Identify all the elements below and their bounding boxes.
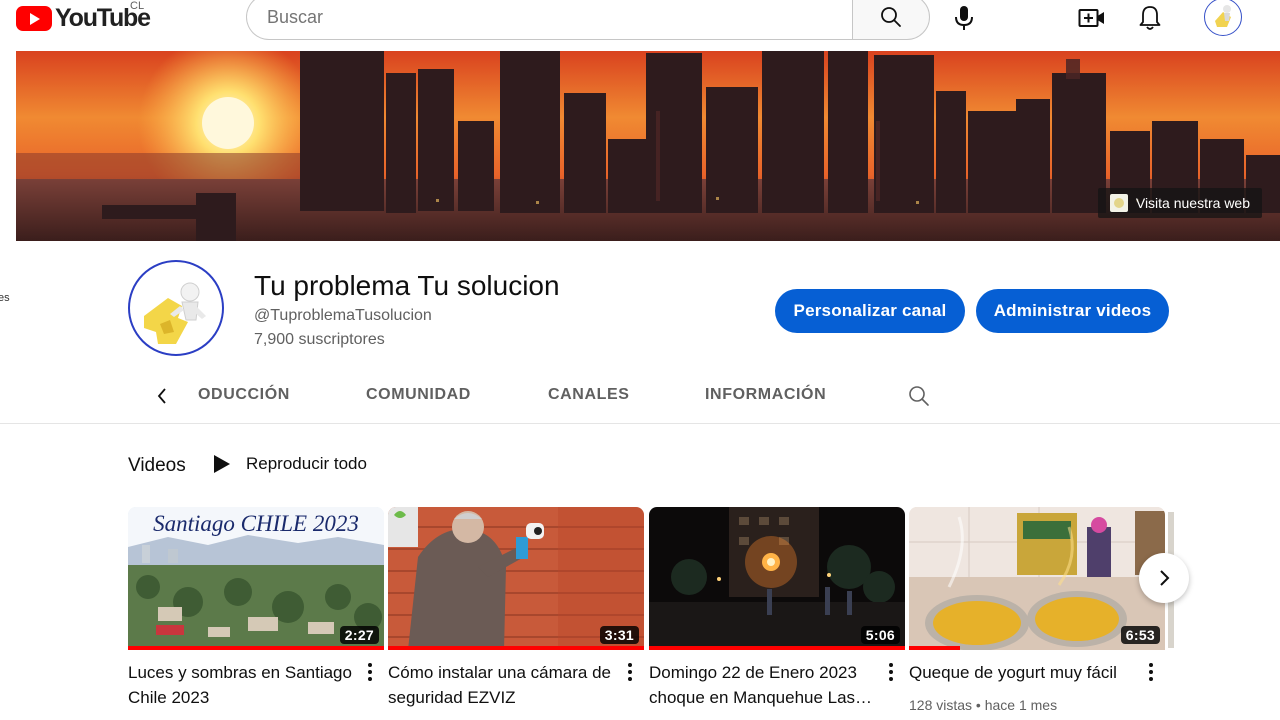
side-cut-text: es bbox=[0, 292, 10, 304]
tab-canales[interactable]: CANALES bbox=[548, 386, 630, 404]
more-vert-icon bbox=[368, 663, 372, 667]
watch-progress-bar bbox=[388, 646, 644, 650]
video-thumbnail[interactable]: 3:31 bbox=[388, 507, 644, 650]
channel-handle: @TuproblemaTusolucion bbox=[254, 307, 432, 324]
search-icon bbox=[881, 7, 901, 27]
video-title[interactable]: Queque de yogurt muy fácil bbox=[909, 660, 1141, 685]
avatar bbox=[1215, 5, 1231, 27]
youtube-channel-page: YouTube CL Buscar Visita nuestra web es … bbox=[0, 0, 1280, 720]
website-favicon-icon bbox=[1109, 194, 1128, 212]
create-video-icon bbox=[1078, 9, 1104, 27]
watch-progress-bar bbox=[128, 646, 384, 650]
search-button[interactable] bbox=[852, 0, 930, 40]
video-duration: 3:31 bbox=[599, 626, 639, 644]
manage-videos-button[interactable]: Administrar videos bbox=[976, 289, 1169, 333]
chevron-right-icon bbox=[1160, 570, 1170, 586]
play-all-button[interactable]: Reproducir todo bbox=[214, 454, 367, 474]
banner-link-label: Visita nuestra web bbox=[1135, 195, 1250, 211]
top-bar: YouTube CL bbox=[0, 0, 1280, 40]
more-vert-icon bbox=[628, 663, 632, 667]
video-duration: 6:53 bbox=[1120, 626, 1160, 644]
create-button[interactable] bbox=[1074, 2, 1110, 34]
tab-informacion[interactable]: INFORMACIÓN bbox=[705, 386, 826, 404]
video-duration: 2:27 bbox=[339, 626, 379, 644]
video-menu-button[interactable] bbox=[622, 660, 638, 684]
account-avatar[interactable] bbox=[1204, 0, 1242, 36]
banner-image bbox=[16, 51, 1280, 241]
watch-progress-bar bbox=[909, 646, 961, 650]
video-menu-button[interactable] bbox=[362, 660, 378, 684]
carousel-next-button[interactable] bbox=[1139, 553, 1189, 603]
country-code: CL bbox=[130, 0, 145, 12]
video-menu-button[interactable] bbox=[1143, 660, 1159, 684]
voice-search-button[interactable] bbox=[946, 2, 982, 34]
video-title[interactable]: Cómo instalar una cámara de seguridad EZ… bbox=[388, 660, 620, 710]
video-thumbnail[interactable]: 6:53 bbox=[909, 507, 1165, 650]
channel-tabs: ODUCCIÓN COMUNIDAD CANALES INFORMACIÓN bbox=[0, 372, 1280, 424]
video-card[interactable]: 3:31 Cómo instalar una cámara de segurid… bbox=[388, 507, 644, 707]
thumbnail-text: Santiago CHILE 2023 bbox=[153, 511, 359, 536]
video-thumbnail[interactable]: 5:06 bbox=[649, 507, 905, 650]
video-duration: 5:06 bbox=[860, 626, 900, 644]
play-all-label: Reproducir todo bbox=[246, 454, 367, 473]
video-title[interactable]: Luces y sombras en Santiago Chile 2023 bbox=[128, 660, 360, 710]
customize-channel-button[interactable]: Personalizar canal bbox=[775, 289, 965, 333]
tabs-scroll-left-button[interactable] bbox=[150, 382, 174, 410]
notifications-button[interactable] bbox=[1132, 2, 1168, 34]
channel-search-button[interactable] bbox=[905, 382, 933, 410]
tab-comunidad[interactable]: COMUNIDAD bbox=[366, 386, 471, 404]
video-title[interactable]: Domingo 22 de Enero 2023 choque en Manqu… bbox=[649, 660, 881, 710]
search-icon bbox=[909, 386, 929, 406]
banner-website-link[interactable]: Visita nuestra web bbox=[1097, 188, 1262, 218]
mic-icon bbox=[955, 6, 973, 30]
watch-progress-bar bbox=[649, 646, 905, 650]
search-input[interactable] bbox=[247, 0, 852, 39]
channel-name: Tu problema Tu solucion bbox=[254, 270, 560, 301]
channel-avatar-image bbox=[144, 282, 206, 344]
bell-icon bbox=[1139, 6, 1161, 30]
video-card[interactable]: Santiago CHILE 2023 2:27 Luces y sombras… bbox=[128, 507, 384, 707]
tab-produccion[interactable]: ODUCCIÓN bbox=[198, 386, 290, 404]
channel-banner: Visita nuestra web bbox=[16, 51, 1280, 241]
video-metadata: 128 vistas • hace 1 mes bbox=[909, 697, 1058, 713]
subscriber-count: 7,900 suscriptores bbox=[254, 331, 385, 348]
more-vert-icon bbox=[1149, 663, 1153, 667]
channel-avatar[interactable] bbox=[128, 260, 224, 356]
video-menu-button[interactable] bbox=[883, 660, 899, 684]
chevron-left-icon bbox=[157, 388, 166, 404]
video-thumbnail[interactable]: Santiago CHILE 2023 2:27 bbox=[128, 507, 384, 650]
videos-section-title: Videos bbox=[128, 455, 186, 476]
play-icon bbox=[214, 455, 230, 473]
youtube-logo-icon bbox=[16, 6, 52, 31]
video-card[interactable]: 6:53 Queque de yogurt muy fácil 128 vist… bbox=[909, 507, 1165, 713]
more-vert-icon bbox=[889, 663, 893, 667]
search-box bbox=[246, 0, 852, 40]
video-card[interactable]: 5:06 Domingo 22 de Enero 2023 choque en … bbox=[649, 507, 905, 707]
